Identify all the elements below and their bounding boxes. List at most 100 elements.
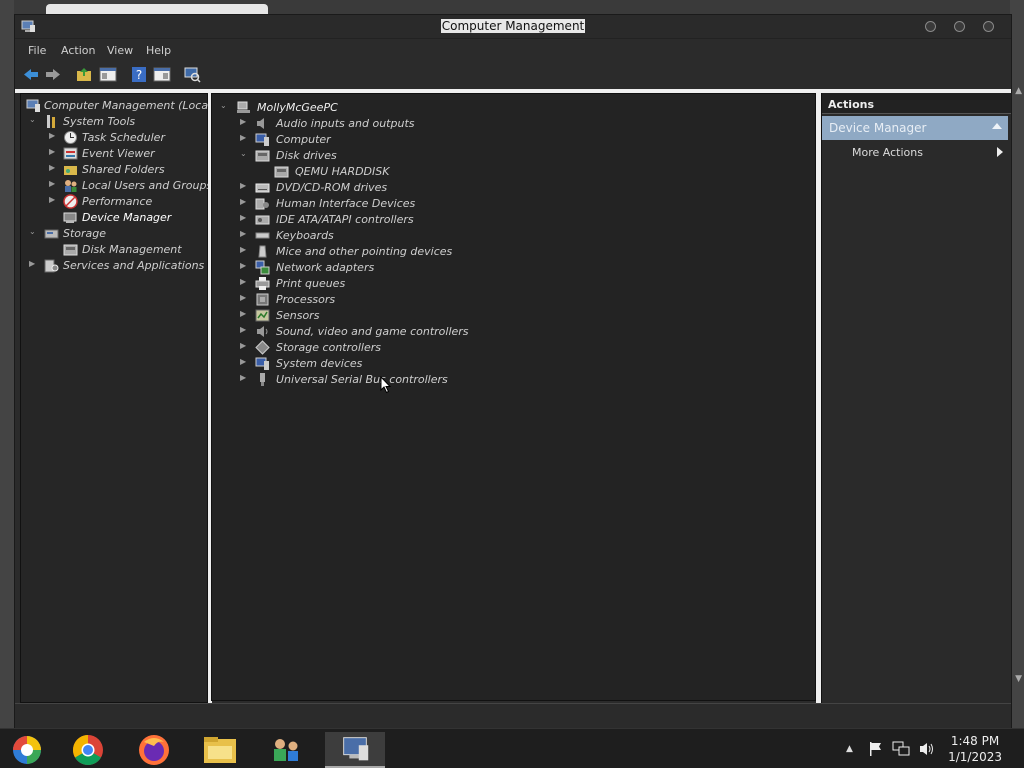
device-category-disk-drives[interactable]: ⌄ Disk drives bbox=[212, 148, 812, 164]
submenu-arrow-icon[interactable] bbox=[997, 147, 1003, 157]
expander-collapsed-icon[interactable]: ▶ bbox=[49, 163, 55, 172]
tree-item-computer-management-local[interactable]: Computer Management (Local) bbox=[21, 98, 215, 114]
device-category-keyboards[interactable]: ▶ Keyboards bbox=[212, 228, 812, 244]
expander-collapsed-icon[interactable]: ▶ bbox=[240, 117, 246, 126]
volume-icon[interactable] bbox=[918, 741, 936, 757]
tree-item-label: QEMU HARDDISK bbox=[295, 165, 390, 178]
system-clock[interactable]: 1:48 PM 1/1/2023 bbox=[948, 733, 1002, 765]
menu-help[interactable]: Help bbox=[146, 44, 171, 57]
tree-item-label: MollyMcGeePC bbox=[257, 101, 338, 114]
tree-item-event-viewer[interactable]: ▶ Event Viewer bbox=[21, 146, 206, 162]
device-root-mollymcgeepc[interactable]: ⌄ MollyMcGeePC bbox=[212, 100, 812, 116]
firefox-icon[interactable] bbox=[124, 732, 184, 768]
start-icon[interactable] bbox=[0, 732, 54, 768]
menu-file[interactable]: File bbox=[28, 44, 46, 57]
close-button[interactable] bbox=[983, 21, 994, 32]
device-category-usb-controllers[interactable]: ▶ Universal Serial Bus controllers bbox=[212, 372, 812, 388]
clock-date: 1/1/2023 bbox=[948, 750, 1002, 764]
tree-item-shared-folders[interactable]: ▶ Shared Folders bbox=[21, 162, 206, 178]
device-category-storage-controllers[interactable]: ▶ Storage controllers bbox=[212, 340, 812, 356]
expander-collapsed-icon[interactable]: ▶ bbox=[240, 261, 246, 270]
expander-collapsed-icon[interactable]: ▶ bbox=[240, 325, 246, 334]
expander-collapsed-icon[interactable]: ▶ bbox=[240, 293, 246, 302]
collapse-up-icon[interactable] bbox=[992, 123, 1002, 129]
scan-hardware-icon[interactable] bbox=[183, 66, 201, 83]
expander-collapsed-icon[interactable]: ▶ bbox=[240, 245, 246, 254]
file-explorer-icon[interactable] bbox=[190, 732, 250, 768]
tree-item-label: Performance bbox=[82, 195, 153, 208]
device-tree-pane[interactable]: ⌄ MollyMcGeePC ▶ Audio inputs and output… bbox=[211, 93, 816, 701]
show-hide-console-tree-icon[interactable] bbox=[99, 66, 117, 83]
expander-collapsed-icon[interactable]: ▶ bbox=[49, 131, 55, 140]
disk-icon bbox=[63, 244, 78, 256]
device-category-ide-ata[interactable]: ▶ IDE ATA/ATAPI controllers bbox=[212, 212, 812, 228]
forward-arrow-icon[interactable] bbox=[44, 66, 62, 83]
expander-collapsed-icon[interactable]: ▶ bbox=[49, 147, 55, 156]
minimize-button[interactable] bbox=[925, 21, 936, 32]
maximize-button[interactable] bbox=[954, 21, 965, 32]
expander-expanded-icon[interactable]: ⌄ bbox=[240, 149, 247, 158]
expander-expanded-icon[interactable]: ⌄ bbox=[29, 115, 36, 124]
device-category-computer[interactable]: ▶ Computer bbox=[212, 132, 812, 148]
show-hidden-icons-chevron-icon[interactable]: ▲ bbox=[846, 744, 853, 754]
tree-item-label: Disk Management bbox=[82, 243, 182, 256]
background-scroll-up-icon[interactable]: ▲ bbox=[1015, 86, 1022, 96]
expander-collapsed-icon[interactable]: ▶ bbox=[240, 181, 246, 190]
expander-collapsed-icon[interactable]: ▶ bbox=[240, 373, 246, 382]
expander-expanded-icon[interactable]: ⌄ bbox=[29, 227, 36, 236]
expander-collapsed-icon[interactable]: ▶ bbox=[240, 229, 246, 238]
tree-item-task-scheduler[interactable]: ▶ Task Scheduler bbox=[21, 130, 206, 146]
expander-collapsed-icon[interactable]: ▶ bbox=[240, 197, 246, 206]
expander-collapsed-icon[interactable]: ▶ bbox=[240, 309, 246, 318]
tree-item-label: Computer bbox=[276, 133, 331, 146]
background-scroll-down-icon[interactable]: ▼ bbox=[1015, 674, 1022, 684]
help-icon[interactable]: ? bbox=[130, 66, 148, 83]
device-qemu-harddisk[interactable]: QEMU HARDDISK bbox=[212, 164, 812, 180]
expander-collapsed-icon[interactable]: ▶ bbox=[240, 213, 246, 222]
title-bar[interactable]: Computer Management bbox=[15, 15, 1011, 39]
back-arrow-icon[interactable] bbox=[22, 66, 40, 83]
expander-collapsed-icon[interactable]: ▶ bbox=[49, 195, 55, 204]
tree-item-local-users-and-groups[interactable]: ▶ Local Users and Groups bbox=[21, 178, 212, 194]
tree-item-system-tools[interactable]: ⌄ System Tools bbox=[21, 114, 206, 130]
computer-management-task-icon[interactable] bbox=[325, 732, 385, 768]
show-hide-action-pane-icon[interactable] bbox=[153, 66, 171, 83]
tree-item-performance[interactable]: ▶ Performance bbox=[21, 194, 206, 210]
more-actions-link[interactable]: More Actions bbox=[852, 146, 923, 159]
clock-time: 1:48 PM bbox=[950, 734, 1000, 748]
network-people-icon[interactable] bbox=[256, 732, 316, 768]
tree-item-label: Sensors bbox=[276, 309, 320, 322]
expander-collapsed-icon[interactable]: ▶ bbox=[240, 341, 246, 350]
console-tree-pane[interactable]: Computer Management (Local) ⌄ System Too… bbox=[20, 93, 215, 703]
expander-expanded-icon[interactable]: ⌄ bbox=[220, 101, 227, 110]
expander-collapsed-icon[interactable]: ▶ bbox=[49, 179, 55, 188]
device-category-dvd-cdrom[interactable]: ▶ DVD/CD-ROM drives bbox=[212, 180, 812, 196]
expander-collapsed-icon[interactable]: ▶ bbox=[29, 259, 35, 268]
device-category-network-adapters[interactable]: ▶ Network adapters bbox=[212, 260, 812, 276]
tree-item-label: Event Viewer bbox=[82, 147, 155, 160]
expander-collapsed-icon[interactable]: ▶ bbox=[240, 277, 246, 286]
tree-item-label: Mice and other pointing devices bbox=[276, 245, 453, 258]
device-category-system-devices[interactable]: ▶ System devices bbox=[212, 356, 812, 372]
expander-collapsed-icon[interactable]: ▶ bbox=[240, 133, 246, 142]
menu-action[interactable]: Action bbox=[61, 44, 95, 57]
device-category-audio-inputs-outputs[interactable]: ▶ Audio inputs and outputs bbox=[212, 116, 812, 132]
expander-collapsed-icon[interactable]: ▶ bbox=[240, 357, 246, 366]
device-category-sound-video-game[interactable]: ▶ Sound, video and game controllers bbox=[212, 324, 812, 340]
actions-section-device-manager[interactable]: Device Manager bbox=[822, 116, 1008, 140]
tree-item-device-manager[interactable]: Device Manager bbox=[21, 210, 206, 226]
device-category-print-queues[interactable]: ▶ Print queues bbox=[212, 276, 812, 292]
device-category-human-interface[interactable]: ▶ Human Interface Devices bbox=[212, 196, 812, 212]
action-center-flag-icon[interactable] bbox=[868, 741, 884, 757]
up-folder-icon[interactable] bbox=[75, 66, 93, 83]
tree-item-disk-management[interactable]: Disk Management bbox=[21, 242, 206, 258]
device-category-mice[interactable]: ▶ Mice and other pointing devices bbox=[212, 244, 812, 260]
device-category-processors[interactable]: ▶ Processors bbox=[212, 292, 812, 308]
chrome-icon[interactable] bbox=[58, 732, 118, 768]
tree-item-services-and-applications[interactable]: ▶ Services and Applications bbox=[21, 258, 206, 274]
device-category-sensors[interactable]: ▶ Sensors bbox=[212, 308, 812, 324]
menu-view[interactable]: View bbox=[107, 44, 133, 57]
network-tray-icon[interactable] bbox=[892, 741, 910, 757]
tree-item-storage[interactable]: ⌄ Storage bbox=[21, 226, 206, 242]
tree-item-label: Task Scheduler bbox=[82, 131, 165, 144]
